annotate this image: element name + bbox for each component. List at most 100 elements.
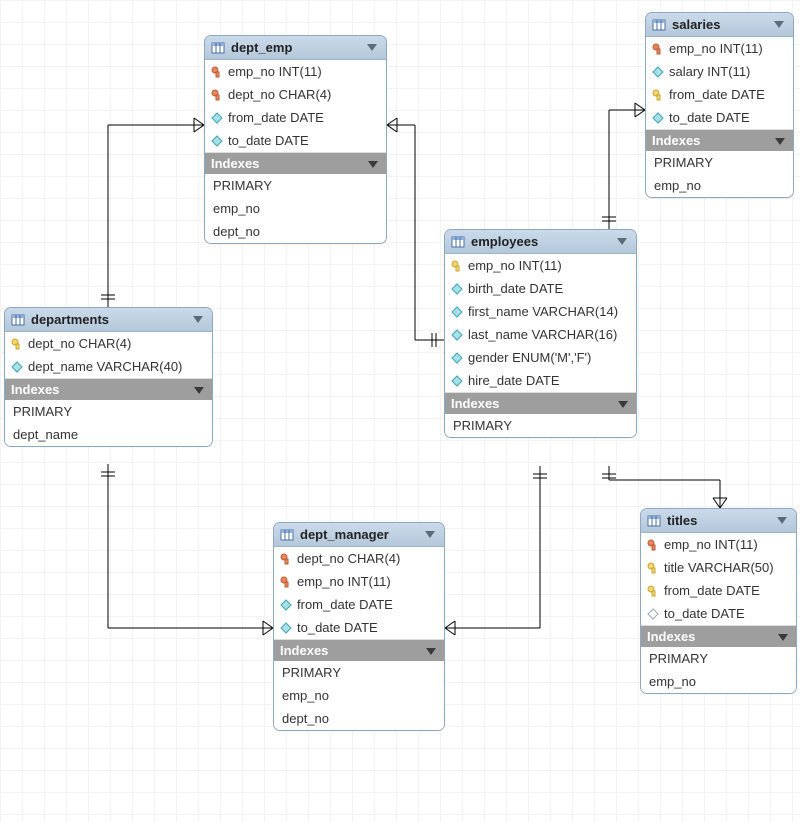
entity-title: salaries — [672, 17, 720, 32]
index-row[interactable]: emp_no — [274, 684, 444, 707]
chevron-down-icon[interactable] — [424, 529, 436, 541]
column-row[interactable]: to_date DATE — [646, 106, 793, 129]
column-row[interactable]: dept_name VARCHAR(40) — [5, 355, 212, 378]
chevron-down-icon[interactable] — [775, 133, 785, 148]
column-row[interactable]: dept_no CHAR(4) — [274, 547, 444, 570]
column-row[interactable]: emp_no INT(11) — [641, 533, 796, 556]
entity-salaries[interactable]: salaries emp_no INT(11) salary INT(11) f… — [645, 12, 794, 198]
index-row[interactable]: dept_no — [274, 707, 444, 730]
table-icon — [280, 528, 294, 542]
column-row[interactable]: to_date DATE — [205, 129, 386, 152]
fk-key-icon — [280, 576, 292, 588]
column-label: from_date DATE — [297, 597, 393, 612]
attribute-icon — [451, 283, 463, 295]
pk-key-icon — [11, 338, 23, 350]
column-label: emp_no INT(11) — [664, 537, 758, 552]
column-row[interactable]: from_date DATE — [274, 593, 444, 616]
index-row[interactable]: PRIMARY — [445, 414, 636, 437]
chevron-down-icon[interactable] — [368, 156, 378, 171]
entity-title: employees — [471, 234, 538, 249]
nullable-icon — [647, 608, 659, 620]
chevron-down-icon[interactable] — [426, 643, 436, 658]
chevron-down-icon[interactable] — [776, 515, 788, 527]
chevron-down-icon[interactable] — [194, 382, 204, 397]
chevron-down-icon[interactable] — [778, 629, 788, 644]
column-row[interactable]: emp_no INT(11) — [445, 254, 636, 277]
columns-list: emp_no INT(11) dept_no CHAR(4) from_date… — [205, 60, 386, 152]
index-row[interactable]: PRIMARY — [646, 151, 793, 174]
column-row[interactable]: salary INT(11) — [646, 60, 793, 83]
entity-header[interactable]: dept_manager — [274, 523, 444, 547]
index-row[interactable]: dept_no — [205, 220, 386, 243]
column-row[interactable]: dept_no CHAR(4) — [5, 332, 212, 355]
column-row[interactable]: title VARCHAR(50) — [641, 556, 796, 579]
index-row[interactable]: PRIMARY — [641, 647, 796, 670]
entity-header[interactable]: titles — [641, 509, 796, 533]
pk-key-icon — [647, 585, 659, 597]
column-label: first_name VARCHAR(14) — [468, 304, 618, 319]
column-row[interactable]: emp_no INT(11) — [646, 37, 793, 60]
column-row[interactable]: dept_no CHAR(4) — [205, 83, 386, 106]
index-row[interactable]: emp_no — [646, 174, 793, 197]
column-row[interactable]: from_date DATE — [646, 83, 793, 106]
column-row[interactable]: from_date DATE — [205, 106, 386, 129]
column-label: dept_no CHAR(4) — [228, 87, 331, 102]
attribute-icon — [280, 599, 292, 611]
entity-departments[interactable]: departments dept_no CHAR(4) dept_name VA… — [4, 307, 213, 447]
chevron-down-icon[interactable] — [192, 314, 204, 326]
column-row[interactable]: to_date DATE — [274, 616, 444, 639]
indexes-header[interactable]: Indexes — [205, 152, 386, 174]
entity-header[interactable]: employees — [445, 230, 636, 254]
attribute-icon — [451, 375, 463, 387]
column-label: dept_no CHAR(4) — [297, 551, 400, 566]
table-icon — [647, 514, 661, 528]
fk-key-icon — [211, 89, 223, 101]
index-row[interactable]: dept_name — [5, 423, 212, 446]
indexes-header[interactable]: Indexes — [5, 378, 212, 400]
entity-dept-emp[interactable]: dept_emp emp_no INT(11) dept_no CHAR(4) … — [204, 35, 387, 244]
column-row[interactable]: from_date DATE — [641, 579, 796, 602]
entity-title: dept_emp — [231, 40, 292, 55]
entity-dept-manager[interactable]: dept_manager dept_no CHAR(4) emp_no INT(… — [273, 522, 445, 731]
column-label: dept_name VARCHAR(40) — [28, 359, 182, 374]
chevron-down-icon[interactable] — [773, 19, 785, 31]
column-row[interactable]: first_name VARCHAR(14) — [445, 300, 636, 323]
entity-title: titles — [667, 513, 697, 528]
pk-key-icon — [647, 562, 659, 574]
indexes-header[interactable]: Indexes — [274, 639, 444, 661]
chevron-down-icon[interactable] — [366, 42, 378, 54]
fk-key-icon — [652, 43, 664, 55]
entity-employees[interactable]: employees emp_no INT(11) birth_date DATE… — [444, 229, 637, 438]
indexes-header[interactable]: Indexes — [641, 625, 796, 647]
column-row[interactable]: emp_no INT(11) — [274, 570, 444, 593]
attribute-icon — [451, 306, 463, 318]
entity-titles[interactable]: titles emp_no INT(11) title VARCHAR(50) … — [640, 508, 797, 694]
index-row[interactable]: PRIMARY — [205, 174, 386, 197]
column-label: hire_date DATE — [468, 373, 560, 388]
column-row[interactable]: last_name VARCHAR(16) — [445, 323, 636, 346]
column-label: emp_no INT(11) — [297, 574, 391, 589]
index-row[interactable]: emp_no — [205, 197, 386, 220]
fk-key-icon — [211, 66, 223, 78]
attribute-icon — [11, 361, 23, 373]
table-icon — [211, 41, 225, 55]
column-row[interactable]: to_date DATE — [641, 602, 796, 625]
chevron-down-icon[interactable] — [616, 236, 628, 248]
entity-header[interactable]: departments — [5, 308, 212, 332]
column-row[interactable]: emp_no INT(11) — [205, 60, 386, 83]
column-label: emp_no INT(11) — [669, 41, 763, 56]
column-label: emp_no INT(11) — [228, 64, 322, 79]
index-row[interactable]: PRIMARY — [5, 400, 212, 423]
indexes-header[interactable]: Indexes — [445, 392, 636, 414]
column-label: birth_date DATE — [468, 281, 563, 296]
entity-header[interactable]: salaries — [646, 13, 793, 37]
column-row[interactable]: birth_date DATE — [445, 277, 636, 300]
index-row[interactable]: emp_no — [641, 670, 796, 693]
column-row[interactable]: hire_date DATE — [445, 369, 636, 392]
attribute-icon — [652, 66, 664, 78]
column-row[interactable]: gender ENUM('M','F') — [445, 346, 636, 369]
index-row[interactable]: PRIMARY — [274, 661, 444, 684]
chevron-down-icon[interactable] — [618, 396, 628, 411]
indexes-header[interactable]: Indexes — [646, 129, 793, 151]
entity-header[interactable]: dept_emp — [205, 36, 386, 60]
